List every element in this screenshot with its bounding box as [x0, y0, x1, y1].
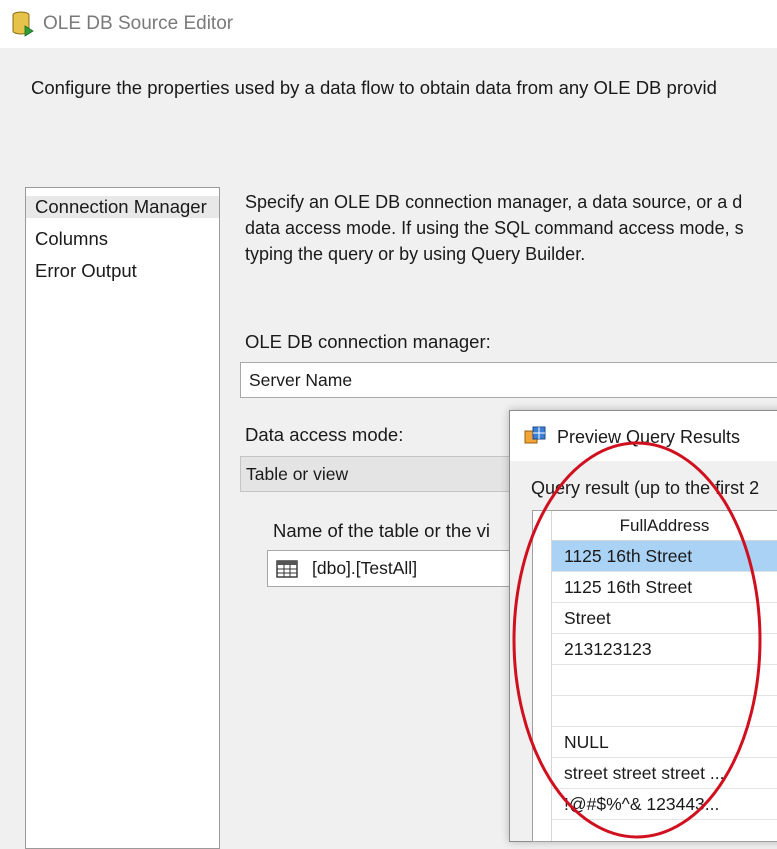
instructions-text: Specify an OLE DB connection manager, a …: [245, 189, 744, 267]
editor-description: Configure the properties used by a data …: [31, 77, 717, 98]
preview-title-bar: Preview Query Results: [510, 411, 777, 461]
table-row[interactable]: [552, 696, 777, 727]
table-row[interactable]: NULL: [552, 727, 777, 758]
connection-manager-label: OLE DB connection manager:: [245, 331, 491, 352]
column-header-fulladdress[interactable]: FullAddress: [552, 511, 777, 541]
table-row[interactable]: 1125 16th Street: [552, 541, 777, 572]
preview-grid-icon: [524, 426, 546, 444]
nav-item-error-output[interactable]: Error Output: [35, 260, 137, 282]
preview-window-title: Preview Query Results: [557, 427, 741, 447]
results-grid[interactable]: FullAddress 1125 16th Street 1125 16th St…: [532, 510, 777, 842]
data-access-mode-combo[interactable]: Table or view: [240, 456, 530, 492]
nav-item-connection-manager[interactable]: Connection Manager: [26, 196, 219, 218]
row-header-column: [533, 511, 552, 841]
nav-panel: Connection Manager Columns Error Output: [25, 187, 220, 849]
window-title: OLE DB Source Editor: [43, 13, 234, 34]
table-name-label: Name of the table or the vi: [273, 520, 490, 541]
connection-manager-combo[interactable]: Server Name: [240, 362, 777, 398]
instructions-line: data access mode. If using the SQL comma…: [245, 218, 744, 238]
table-icon: [276, 559, 298, 578]
connection-manager-value: Server Name: [249, 369, 353, 390]
table-name-combo[interactable]: [dbo].[TestAll]: [267, 550, 527, 587]
data-access-mode-value: Table or view: [246, 463, 349, 484]
preview-query-results-window: Preview Query Results Query result (up t…: [509, 410, 777, 842]
table-name-value: [dbo].[TestAll]: [312, 558, 418, 578]
nav-item-columns[interactable]: Columns: [35, 228, 108, 250]
table-row[interactable]: [552, 665, 777, 696]
table-row[interactable]: street street street ...: [552, 758, 777, 789]
query-result-note: Query result (up to the first 2: [531, 478, 760, 498]
table-row[interactable]: !@#$%^& 123443...: [552, 789, 777, 820]
table-row[interactable]: Street: [552, 603, 777, 634]
instructions-line: typing the query or by using Query Build…: [245, 244, 586, 264]
table-row[interactable]: 213123123: [552, 634, 777, 665]
instructions-line: Specify an OLE DB connection manager, a …: [245, 192, 743, 212]
database-source-icon: [12, 11, 34, 37]
title-bar: OLE DB Source Editor: [0, 0, 777, 48]
data-access-mode-label: Data access mode:: [245, 424, 404, 445]
table-row[interactable]: 1125 16th Street: [552, 572, 777, 603]
